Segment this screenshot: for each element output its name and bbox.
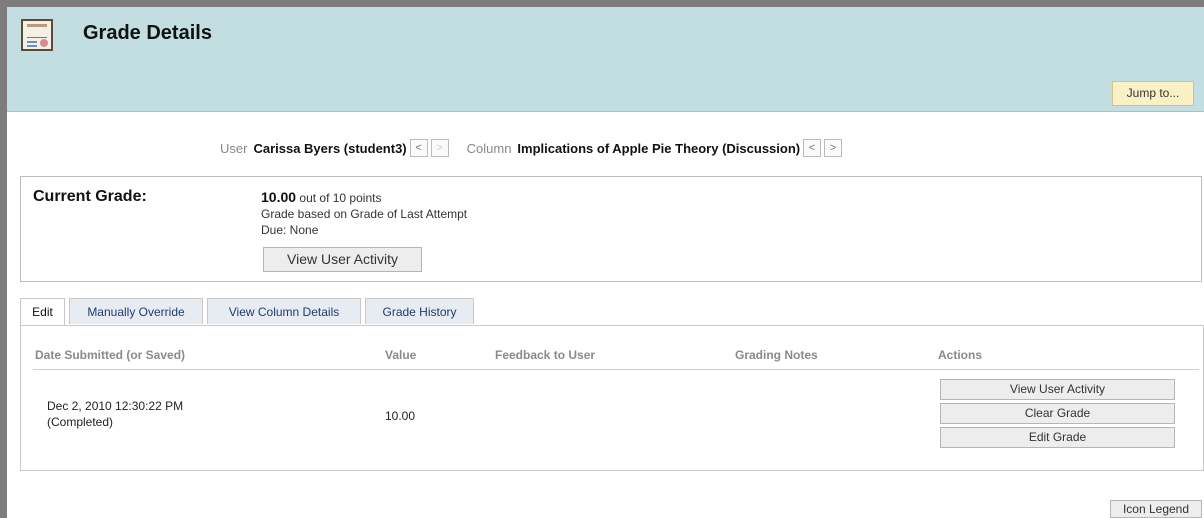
tab-edit[interactable]: Edit — [20, 298, 65, 326]
table-header-divider — [33, 369, 1199, 370]
column-label: Column — [466, 140, 512, 156]
attempt-date-text: Dec 2, 2010 12:30:22 PM — [47, 399, 184, 413]
edit-grade-button[interactable]: Edit Grade — [940, 427, 1175, 448]
column-header-feedback: Feedback to User — [495, 348, 596, 362]
current-grade-info: 10.00 out of 10 points Grade based on Gr… — [261, 189, 467, 238]
column-header-grading-notes: Grading Notes — [735, 348, 818, 362]
previous-column-button[interactable]: < — [803, 139, 822, 157]
column-header-date: Date Submitted (or Saved) — [35, 348, 186, 362]
next-user-button[interactable]: > — [430, 139, 449, 157]
window-left-border — [0, 7, 7, 518]
attempt-status: (Completed) — [47, 415, 114, 429]
attempts-panel: Date Submitted (or Saved) Value Feedback… — [20, 325, 1204, 471]
user-name: Carissa Byers (student3) — [253, 140, 407, 156]
icon-legend-button[interactable]: Icon Legend — [1110, 500, 1202, 518]
certificate-icon — [21, 19, 53, 51]
next-column-button[interactable]: > — [824, 139, 843, 157]
page-header: Grade Details Jump to... — [7, 7, 1204, 112]
window-top-border — [0, 0, 1204, 7]
row-view-user-activity-button[interactable]: View User Activity — [940, 379, 1175, 400]
grade-due: Due: None — [261, 223, 319, 237]
tab-grade-history[interactable]: Grade History — [365, 298, 474, 324]
current-grade-panel: Current Grade: 10.00 out of 10 points Gr… — [20, 176, 1202, 282]
attempt-value: 10.00 — [385, 409, 416, 423]
tab-manually-override[interactable]: Manually Override — [69, 298, 203, 324]
column-header-value: Value — [385, 348, 417, 362]
grade-basis: Grade based on Grade of Last Attempt — [261, 207, 468, 221]
column-name: Implications of Apple Pie Theory (Discus… — [517, 140, 801, 156]
view-user-activity-button[interactable]: View User Activity — [263, 247, 422, 272]
grade-out-of: out of 10 points — [299, 191, 382, 205]
current-grade-label: Current Grade: — [33, 188, 147, 205]
tab-view-column-details[interactable]: View Column Details — [207, 298, 361, 324]
column-header-actions: Actions — [938, 348, 983, 362]
user-label: User — [220, 140, 248, 156]
user-column-navigator: User Carissa Byers (student3) < > Column… — [220, 138, 843, 158]
previous-user-button[interactable]: < — [409, 139, 428, 157]
page-title: Grade Details — [83, 22, 212, 44]
jump-to-button[interactable]: Jump to... — [1112, 81, 1194, 106]
clear-grade-button[interactable]: Clear Grade — [940, 403, 1175, 424]
attempt-date: Dec 2, 2010 12:30:22 PM (Completed) — [47, 398, 183, 430]
grade-score: 10.00 — [261, 189, 297, 205]
